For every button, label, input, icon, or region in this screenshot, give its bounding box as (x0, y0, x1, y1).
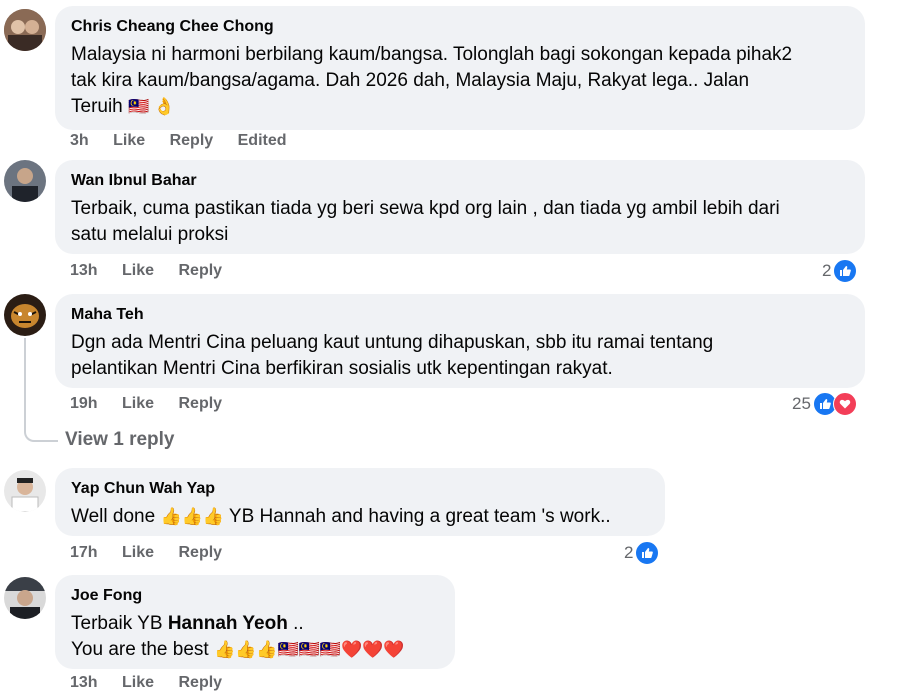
comment-time[interactable]: 3h (70, 132, 89, 149)
comment-author[interactable]: Wan Ibnul Bahar (71, 170, 849, 192)
reply-button[interactable]: Reply (170, 132, 214, 149)
avatar[interactable] (4, 294, 46, 336)
comment-time[interactable]: 13h (70, 262, 98, 279)
reply-button[interactable]: Reply (179, 262, 223, 279)
reaction-summary[interactable]: 2 (822, 259, 858, 283)
comment-time[interactable]: 19h (70, 395, 98, 412)
like-button[interactable]: Like (122, 544, 154, 561)
comment-actions: 13h Like Reply (70, 262, 242, 280)
like-button[interactable]: Like (122, 262, 154, 279)
comment-bubble: Chris Cheang Chee Chong Malaysia ni harm… (55, 6, 865, 130)
comment-time[interactable]: 17h (70, 544, 98, 561)
reply-button[interactable]: Reply (179, 674, 223, 691)
avatar[interactable] (4, 160, 46, 202)
comment-text: Well done 👍👍👍 YB Hannah and having a gre… (71, 506, 611, 527)
comment-text: Dgn ada Mentri Cina peluang kaut untung … (71, 332, 714, 379)
comment-author[interactable]: Maha Teh (71, 304, 849, 326)
like-button[interactable]: Like (122, 674, 154, 691)
thread-connector (24, 424, 58, 442)
reply-button[interactable]: Reply (179, 395, 223, 412)
like-icon (833, 259, 858, 283)
comment-author[interactable]: Chris Cheang Chee Chong (71, 16, 849, 38)
comment-bubble: Maha Teh Dgn ada Mentri Cina peluang kau… (55, 294, 865, 388)
like-button[interactable]: Like (113, 132, 145, 149)
reaction-count: 2 (822, 261, 832, 280)
comment-bubble: Yap Chun Wah Yap Well done 👍👍👍 YB Hannah… (55, 468, 665, 536)
edited-label: Edited (237, 132, 287, 149)
comment-text: Malaysia ni harmoni berbilang kaum/bangs… (71, 44, 793, 117)
love-icon (832, 392, 857, 416)
reaction-count: 25 (792, 394, 811, 413)
comment-actions: 19h Like Reply (70, 395, 242, 413)
comment-text: Terbaik, cuma pastikan tiada yg beri sew… (71, 198, 780, 245)
like-button[interactable]: Like (122, 395, 154, 412)
comment-bubble: Wan Ibnul Bahar Terbaik, cuma pastikan t… (55, 160, 865, 254)
avatar[interactable] (4, 577, 46, 619)
reaction-summary[interactable]: 25 (792, 392, 857, 416)
comment-time[interactable]: 13h (70, 674, 98, 691)
thread-line (24, 338, 26, 432)
comment-bubble: Joe Fong Terbaik YB Hannah Yeoh .. You a… (55, 575, 455, 669)
reaction-summary[interactable]: 2 (624, 541, 660, 565)
emoji-group: 🇲🇾 👌 (128, 97, 176, 116)
comment-author[interactable]: Joe Fong (71, 585, 439, 607)
view-replies-link[interactable]: View 1 reply (65, 429, 175, 451)
emoji-group: 👍👍👍🇲🇾🇲🇾🇲🇾❤️❤️❤️ (213, 640, 405, 659)
reply-button[interactable]: Reply (179, 544, 223, 561)
avatar[interactable] (4, 9, 46, 51)
comment-author[interactable]: Yap Chun Wah Yap (71, 478, 649, 500)
comment-actions: 17h Like Reply (70, 544, 242, 562)
avatar[interactable] (4, 470, 46, 512)
comment-text: Terbaik YB Hannah Yeoh .. You are the be… (71, 613, 405, 660)
emoji-group: 👍👍👍 (160, 507, 224, 526)
reaction-count: 2 (624, 543, 634, 562)
comment-actions: 13h Like Reply (70, 674, 242, 692)
comment-actions: 3h Like Reply Edited (70, 132, 307, 150)
mention-link[interactable]: Hannah Yeoh (168, 613, 288, 634)
like-icon (635, 541, 660, 565)
